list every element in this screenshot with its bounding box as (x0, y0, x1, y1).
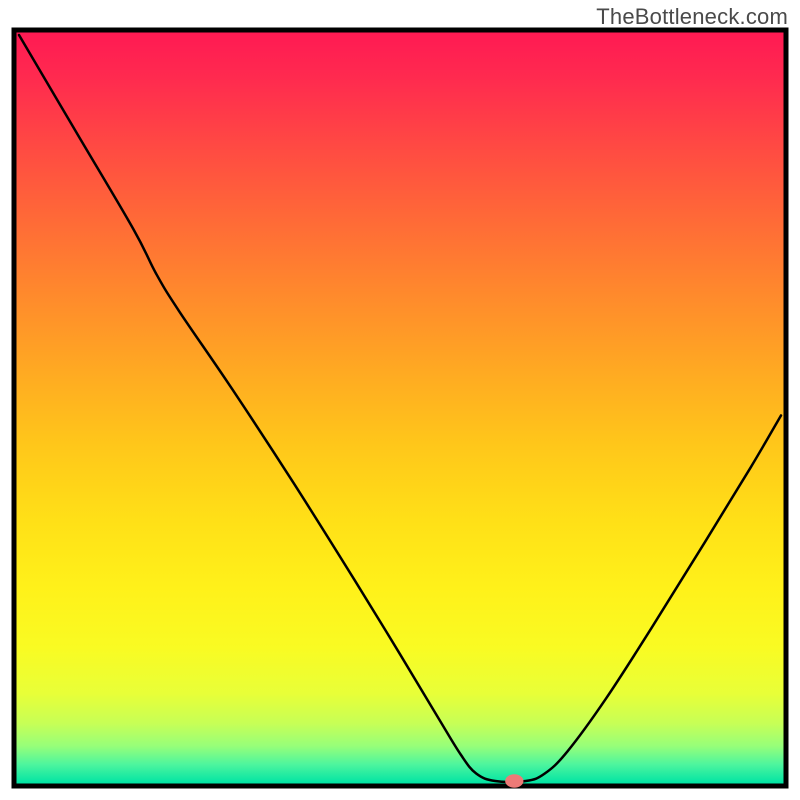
chart-container: TheBottleneck.com (0, 0, 800, 800)
plot-background (17, 33, 784, 784)
marker-selected-point (505, 774, 523, 787)
watermark-text: TheBottleneck.com (596, 4, 788, 30)
bottleneck-chart (0, 0, 800, 800)
